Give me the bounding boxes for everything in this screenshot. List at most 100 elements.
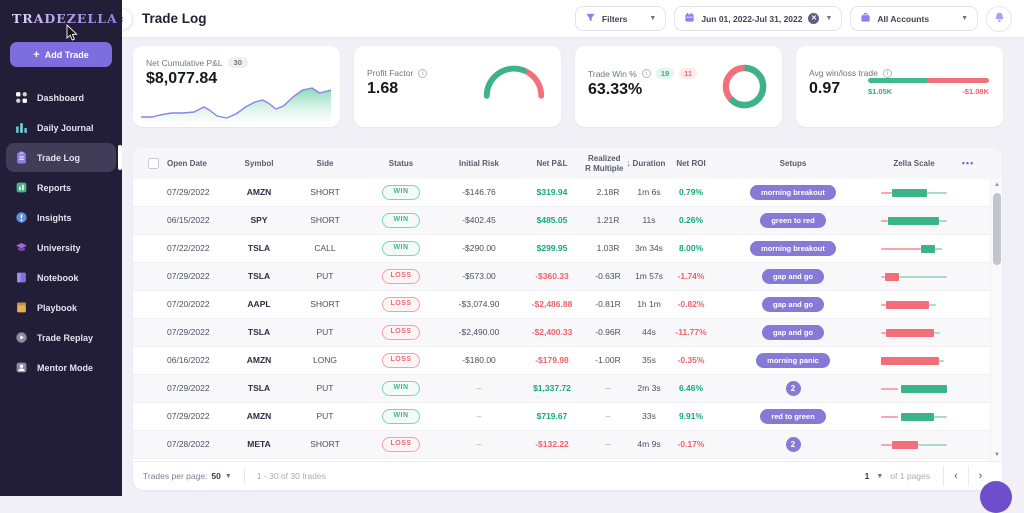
cell-realized-r: 1.21R xyxy=(585,215,631,225)
help-widget-button[interactable] xyxy=(980,481,1012,513)
cell-net-roi: 0.26% xyxy=(667,215,715,225)
cell-initial-risk: -$402.45 xyxy=(439,215,519,225)
sidebar-item-daily-journal[interactable]: Daily Journal xyxy=(6,113,116,142)
rows-range-text: 1 - 30 of 30 trades xyxy=(257,471,326,481)
table-row[interactable]: 07/29/2022TSLAPUTWIN–$1,337.72–2m 3s6.46… xyxy=(133,375,1002,403)
date-range-picker[interactable]: Jun 01, 2022-Jul 31, 2022 ✕ ▼ xyxy=(674,6,842,31)
sidebar-item-playbook[interactable]: Playbook xyxy=(6,293,116,322)
table-row[interactable]: 07/29/2022TSLAPUTLOSS-$573.00-$360.33-0.… xyxy=(133,263,1002,291)
cell-open-date: 07/28/2022 xyxy=(161,439,231,449)
table-row[interactable]: 07/28/2022METASHORTLOSS–-$132.22–4m 9s-0… xyxy=(133,431,1002,459)
col-header-symbol[interactable]: Symbol xyxy=(231,159,287,169)
page-number[interactable]: 1 xyxy=(865,471,870,481)
table-scrollbar[interactable]: ▲ ▼ xyxy=(990,179,1002,461)
table-row[interactable]: 07/20/2022AAPLSHORTLOSS-$3,074.90-$2,486… xyxy=(133,291,1002,319)
sidebar-item-dashboard[interactable]: Dashboard xyxy=(6,83,116,112)
chevron-down-icon[interactable]: ▼ xyxy=(876,473,883,480)
scroll-up-icon[interactable]: ▲ xyxy=(991,179,1002,191)
notifications-button[interactable] xyxy=(986,6,1012,32)
table-row[interactable]: 06/16/2022AMZNLONGLOSS-$180.00-$179.98-1… xyxy=(133,347,1002,375)
daily-journal-icon xyxy=(15,121,28,134)
cell-open-date: 07/29/2022 xyxy=(161,411,231,421)
col-header-setups[interactable]: Setups xyxy=(715,159,871,169)
prev-page-button[interactable]: ‹ xyxy=(944,466,968,486)
col-header-open-date[interactable]: Open Date xyxy=(161,159,231,169)
cell-status: WIN xyxy=(363,409,439,423)
col-header-status[interactable]: Status xyxy=(363,159,439,169)
col-header-realized-r-multiple[interactable]: Realized R Multiple↓ xyxy=(585,154,631,174)
table-row[interactable]: 07/29/2022AMZNPUTWIN–$719.67–33s9.91%red… xyxy=(133,403,1002,431)
date-range-label: Jun 01, 2022-Jul 31, 2022 xyxy=(701,14,802,24)
cell-open-date: 06/15/2022 xyxy=(161,215,231,225)
top-bar-controls: Filters ▼ Jun 01, 2022-Jul 31, 2022 ✕ ▼ … xyxy=(575,6,1012,32)
sidebar-item-label: Daily Journal xyxy=(37,123,94,133)
col-header-net-roi[interactable]: Net ROI xyxy=(667,159,715,169)
wins-count-badge: 19 xyxy=(656,68,674,79)
table-footer: Trades per page: 50 ▼ 1 - 30 of 30 trade… xyxy=(133,461,1002,490)
setup-tag[interactable]: red to green xyxy=(760,409,825,424)
trades-table: Open DateSymbolSideStatusInitial RiskNet… xyxy=(133,148,1002,490)
info-icon[interactable]: i xyxy=(418,69,427,78)
cell-net-roi: 9.91% xyxy=(667,411,715,421)
chevron-down-icon: ▼ xyxy=(825,15,832,22)
cell-net-roi: -0.82% xyxy=(667,299,715,309)
table-row[interactable]: 06/15/2022SPYSHORTWIN-$402.45$485.051.21… xyxy=(133,207,1002,235)
scroll-down-icon[interactable]: ▼ xyxy=(991,449,1002,461)
setup-tag[interactable]: gap and go xyxy=(762,269,824,284)
trade-replay-icon xyxy=(15,331,28,344)
cell-zella-scale xyxy=(871,299,957,311)
table-row[interactable]: 07/29/2022TSLAPUTLOSS-$2,490.00-$2,400.3… xyxy=(133,319,1002,347)
cell-symbol: TSLA xyxy=(231,243,287,253)
setup-tag[interactable]: green to red xyxy=(760,213,825,228)
cell-duration: 1m 6s xyxy=(631,187,667,197)
sidebar-item-reports[interactable]: Reports xyxy=(6,173,116,202)
cell-zella-scale xyxy=(871,439,957,451)
accounts-dropdown[interactable]: All Accounts ▼ xyxy=(850,6,978,31)
col-header-side[interactable]: Side xyxy=(287,159,363,169)
col-header-initial-risk[interactable]: Initial Risk xyxy=(439,159,519,169)
setup-tag[interactable]: gap and go xyxy=(762,297,824,312)
setup-tag[interactable]: morning breakout xyxy=(750,185,836,200)
col-header-net-p-l[interactable]: Net P&L xyxy=(519,159,585,169)
sidebar-item-label: Mentor Mode xyxy=(37,363,93,373)
chevron-down-icon[interactable]: ▼ xyxy=(225,473,232,480)
zella-line-green xyxy=(935,248,942,250)
page-title: Trade Log xyxy=(142,11,207,26)
info-icon[interactable]: i xyxy=(642,69,651,78)
cell-side: SHORT xyxy=(287,215,363,225)
cell-initial-risk: – xyxy=(439,411,519,421)
clear-date-icon[interactable]: ✕ xyxy=(808,13,819,24)
sidebar-item-trade-log[interactable]: Trade Log xyxy=(6,143,116,172)
table-row[interactable]: 07/29/2022AMZNSHORTWIN-$146.76$319.942.1… xyxy=(133,179,1002,207)
cell-net-pl: -$132.22 xyxy=(519,439,585,449)
cell-status: LOSS xyxy=(363,353,439,367)
add-trade-button[interactable]: + Add Trade xyxy=(10,42,112,67)
zella-line-red xyxy=(881,248,921,250)
setup-tag[interactable]: morning panic xyxy=(756,353,830,368)
sidebar-item-notebook[interactable]: Notebook xyxy=(6,263,116,292)
setup-count-badge[interactable]: 2 xyxy=(786,381,801,396)
cell-side: LONG xyxy=(287,355,363,365)
sidebar-item-mentor-mode[interactable]: Mentor Mode xyxy=(6,353,116,382)
col-header-more[interactable]: ••• xyxy=(957,158,979,169)
col-header-label: Duration xyxy=(633,159,666,169)
sidebar-item-insights[interactable]: Insights xyxy=(6,203,116,232)
setup-tag[interactable]: gap and go xyxy=(762,325,824,340)
cell-symbol: AMZN xyxy=(231,187,287,197)
setup-tag[interactable]: morning breakout xyxy=(750,241,836,256)
sidebar-item-university[interactable]: University xyxy=(6,233,116,262)
filters-dropdown[interactable]: Filters ▼ xyxy=(575,6,666,31)
scrollbar-thumb[interactable] xyxy=(993,193,1001,265)
more-options-icon[interactable]: ••• xyxy=(962,158,974,169)
col-header-zella-scale[interactable]: Zella Scale xyxy=(871,159,957,169)
info-icon[interactable]: i xyxy=(883,69,892,78)
col-header-duration[interactable]: Duration xyxy=(631,159,667,169)
select-all-checkbox[interactable] xyxy=(148,158,159,169)
sidebar-item-trade-replay[interactable]: Trade Replay xyxy=(6,323,116,352)
per-page-value[interactable]: 50 xyxy=(211,471,220,481)
net-cumulative-pl-card: Net Cumulative P&L 30 $8,077.84 xyxy=(133,46,340,127)
cell-initial-risk: – xyxy=(439,439,519,449)
col-header-label: Open Date xyxy=(167,159,207,169)
table-row[interactable]: 07/22/2022TSLACALLWIN-$290.00$299.951.03… xyxy=(133,235,1002,263)
setup-count-badge[interactable]: 2 xyxy=(786,437,801,452)
